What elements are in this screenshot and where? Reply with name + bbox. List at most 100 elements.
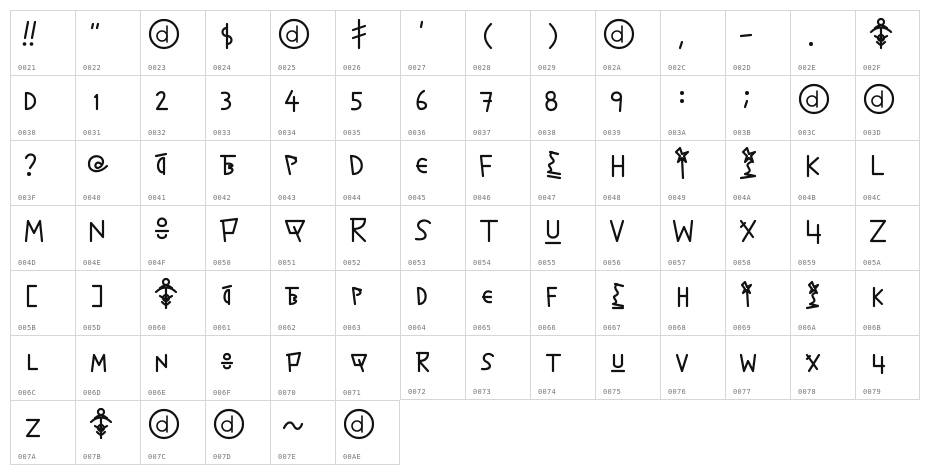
w-icon [731,339,771,379]
circled-d-icon [861,79,901,119]
glyph-codepoint: 006F [213,389,232,397]
glyph-cell: 0060 [140,270,205,335]
K-icon [796,144,836,184]
glyph-codepoint: 0039 [603,129,622,137]
glyph-codepoint: 006D [83,389,102,397]
B-icon [211,144,251,184]
glyph-cell: 0061 [205,270,270,335]
glyph-codepoint: 0066 [538,324,557,332]
at-icon [81,144,121,184]
parenright-icon [536,14,576,54]
glyph-cell: 0056 [595,205,660,270]
glyph-cell: 005B [10,270,75,335]
ornament-icon [146,274,186,314]
u-icon [601,339,641,379]
glyph-codepoint: 007C [148,453,167,461]
glyph-codepoint: 002D [733,64,752,72]
glyph-codepoint: 0052 [343,259,362,267]
glyph-cell: 0062 [270,270,335,335]
U-icon [536,209,576,249]
exclam-icon [16,14,56,54]
s-icon [471,339,511,379]
glyph-cell: 003D [855,75,920,140]
glyph-codepoint: 0044 [343,194,362,202]
n-icon [146,339,186,379]
glyph-cell: 004A [725,140,790,205]
T-icon [471,209,511,249]
p-icon [276,339,316,379]
glyph-cell: 006F [205,335,270,400]
h-icon [666,274,706,314]
I-icon [666,144,706,184]
glyph-codepoint: 0058 [733,259,752,267]
glyph-codepoint: 0076 [668,388,687,396]
glyph-cell: 0044 [335,140,400,205]
glyph-codepoint: 0071 [343,389,362,397]
glyph-cell: 006C [10,335,75,400]
glyph-cell: 0076 [660,335,725,400]
glyph-cell: 005D [75,270,140,335]
glyph-codepoint: 0040 [83,194,102,202]
glyph-cell: 0043 [270,140,335,205]
glyph-cell: 002F [855,10,920,75]
glyph-codepoint: 0065 [473,324,492,332]
dollar-icon [211,14,251,54]
glyph-cell: 0063 [335,270,400,335]
glyph-codepoint: 0037 [473,129,492,137]
glyph-codepoint: 0030 [18,129,37,137]
glyph-codepoint: 0035 [343,129,362,137]
glyph-cell: 0053 [400,205,465,270]
E-icon [406,144,446,184]
glyph-codepoint: 00AE [343,453,362,461]
glyph-cell: 0058 [725,205,790,270]
o-icon [211,339,251,379]
circled-d-icon [276,14,316,54]
Z-icon [861,209,901,249]
circled-d-icon [601,14,641,54]
glyph-codepoint: 0023 [148,64,167,72]
glyph-codepoint: 0033 [213,129,232,137]
glyph-codepoint: 0060 [148,324,167,332]
six-icon [406,79,446,119]
A-icon [146,144,186,184]
glyph-cell: 00AE [335,400,400,465]
glyph-codepoint: 0075 [603,388,622,396]
glyph-cell: 0030 [10,75,75,140]
hyphen-icon [731,14,771,54]
e-icon [471,274,511,314]
glyph-cell: 0027 [400,10,465,75]
parenleft-icon [471,14,511,54]
glyph-cell: 004C [855,140,920,205]
glyph-cell: 0065 [465,270,530,335]
t-icon [536,339,576,379]
glyph-codepoint: 0067 [603,324,622,332]
glyph-codepoint: 0051 [278,259,297,267]
glyph-codepoint: 004D [18,259,37,267]
glyph-codepoint: 0048 [603,194,622,202]
glyph-cell: 0045 [400,140,465,205]
glyph-cell: 0067 [595,270,660,335]
glyph-codepoint: 004C [863,194,882,202]
glyph-cell: 003B [725,75,790,140]
glyph-cell: 0031 [75,75,140,140]
glyph-cell: 0047 [530,140,595,205]
seven-icon [471,79,511,119]
glyph-cell: 0064 [400,270,465,335]
glyph-codepoint: 0072 [408,388,427,396]
glyph-codepoint: 0046 [473,194,492,202]
glyph-cell: 0040 [75,140,140,205]
glyph-cell: 0075 [595,335,660,400]
glyph-cell: 0071 [335,335,400,400]
glyph-cell: 0055 [530,205,595,270]
L-icon [861,144,901,184]
glyph-codepoint: 004B [798,194,817,202]
glyph-codepoint: 0045 [408,194,427,202]
quotedbl-icon [81,14,121,54]
P-icon [211,209,251,249]
glyph-cell: 0026 [335,10,400,75]
glyph-cell: 0074 [530,335,595,400]
glyph-codepoint: 0057 [668,259,687,267]
glyph-cell: 006B [855,270,920,335]
glyph-codepoint: 0062 [278,324,297,332]
glyph-codepoint: 0063 [343,324,362,332]
